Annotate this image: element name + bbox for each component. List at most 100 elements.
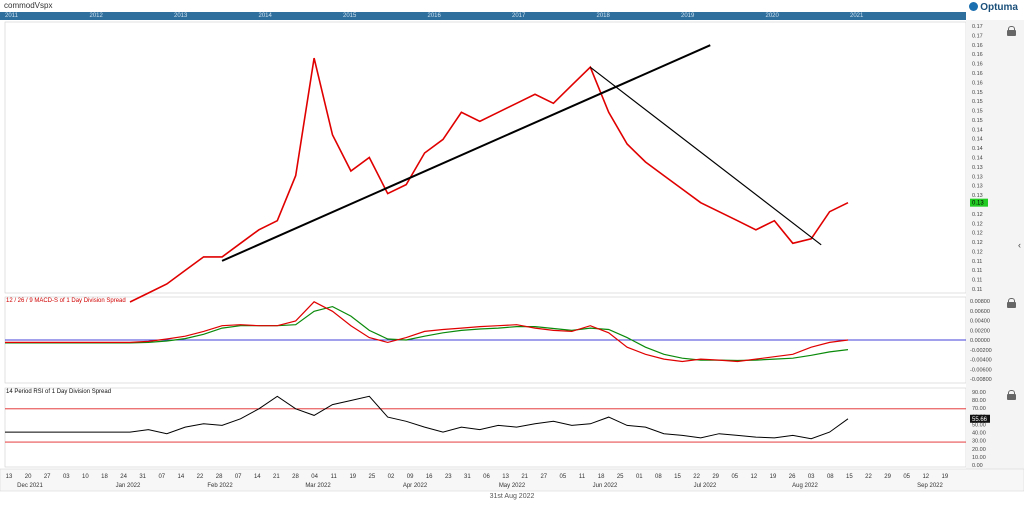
day-tick: 09: [407, 474, 414, 480]
day-tick: 08: [655, 474, 662, 480]
price-axis-tick: 0.14: [972, 146, 983, 152]
month-label: Jun 2022: [593, 483, 618, 489]
price-axis-tick: 0.14: [972, 127, 983, 133]
rsi-axis-tick: 10.00: [972, 455, 986, 461]
price-axis-tick: 0.11: [972, 259, 982, 265]
day-tick: 16: [426, 474, 433, 480]
panel-backgrounds: [4, 20, 1024, 470]
collapse-panel-chevron-icon[interactable]: ‹: [1018, 240, 1021, 250]
price-axis-tick: 0.11: [972, 287, 982, 293]
current-date-label: 31st Aug 2022: [489, 493, 535, 500]
macd-axis-tick: 0.00400: [970, 319, 990, 325]
rsi-axis-tick: 0.00: [972, 463, 983, 469]
day-tick: 19: [349, 474, 356, 480]
price-panel: [4, 21, 967, 294]
macd-title: 12 / 26 / 9 MACD-S of 1 Day Division Spr…: [6, 298, 126, 304]
day-tick: 21: [273, 474, 280, 480]
day-tick: 10: [82, 474, 89, 480]
day-tick: 14: [254, 474, 261, 480]
day-tick: 05: [903, 474, 910, 480]
price-axis-tick: 0.12: [972, 221, 983, 227]
month-label: Jan 2022: [116, 483, 141, 489]
day-tick: 11: [331, 474, 338, 480]
month-label: Apr 2022: [403, 483, 428, 489]
day-tick: 03: [63, 474, 70, 480]
price-axis-tick: 0.16: [972, 71, 983, 77]
month-label: Mar 2022: [305, 483, 331, 489]
price-axis-tick: 0.15: [972, 90, 983, 96]
price-axis-tick: 0.12: [972, 249, 983, 255]
price-axis-tick: 0.13: [972, 174, 983, 180]
day-tick: 19: [942, 474, 949, 480]
day-tick: 05: [560, 474, 567, 480]
price-axis-tick: 0.15: [972, 99, 983, 105]
month-label: Jul 2022: [694, 483, 717, 489]
price-axis-tick: 0.12: [972, 212, 983, 218]
price-axis-tick: 0.16: [972, 62, 983, 68]
month-label: Aug 2022: [792, 483, 818, 489]
rsi-axis-tick: 50.00: [972, 422, 986, 428]
price-panel-lock-icon[interactable]: [1007, 26, 1016, 36]
macd-axis-tick: -0.00200: [970, 348, 992, 354]
macd-panel-lock-icon[interactable]: [1007, 298, 1016, 308]
price-axis-tick: 0.11: [972, 268, 982, 274]
price-axis-tick: 0.16: [972, 52, 983, 58]
day-tick: 20: [25, 474, 32, 480]
day-tick: 15: [674, 474, 681, 480]
price-axis-tick: 0.17: [972, 33, 983, 39]
day-tick: 19: [770, 474, 777, 480]
macd-axis-tick: -0.00400: [970, 358, 992, 364]
day-tick: 28: [216, 474, 223, 480]
day-tick: 04: [311, 474, 318, 480]
price-axis-tick: 0.12: [972, 231, 983, 237]
rsi-axis-tick: 40.00: [972, 431, 986, 437]
rsi-title: 14 Period RSI of 1 Day Division Spread: [6, 389, 112, 395]
day-tick: 03: [808, 474, 815, 480]
day-tick: 07: [158, 474, 165, 480]
rsi-panel: [4, 387, 967, 468]
day-tick: 28: [292, 474, 299, 480]
macd-axis-tick: -0.00800: [970, 377, 992, 383]
month-label: Feb 2022: [207, 483, 233, 489]
chart-canvas[interactable]: 0.17 0.17 0.16 0.16 0.16 0.16 0.16 0.15 0.15 0.15…: [0, 0, 1024, 508]
day-tick: 01: [636, 474, 643, 480]
price-axis-tick: 0.13: [972, 165, 983, 171]
day-tick: 27: [540, 474, 547, 480]
price-axis-tick: 0.14: [972, 156, 983, 162]
price-axis-tick: 0.16: [972, 80, 983, 86]
day-tick: 29: [884, 474, 891, 480]
day-tick: 21: [521, 474, 528, 480]
price-axis-tick: 0.16: [972, 43, 983, 49]
day-tick: 13: [6, 474, 13, 480]
day-tick: 27: [44, 474, 51, 480]
price-axis-tick: 0.14: [972, 137, 983, 143]
day-tick: 15: [846, 474, 853, 480]
macd-axis-tick: 0.00200: [970, 328, 990, 334]
price-axis-tick: 0.11: [972, 278, 982, 284]
day-tick: 07: [235, 474, 242, 480]
day-tick: 25: [369, 474, 376, 480]
day-tick: 22: [865, 474, 872, 480]
day-tick: 29: [712, 474, 719, 480]
day-tick: 22: [197, 474, 204, 480]
day-tick: 08: [827, 474, 834, 480]
macd-axis-tick: 0.00600: [970, 309, 990, 315]
price-axis-tick: 0.17: [972, 24, 983, 30]
rsi-panel-lock-icon[interactable]: [1007, 390, 1016, 400]
day-tick: 18: [598, 474, 605, 480]
price-axis-tick: 0.15: [972, 109, 983, 115]
day-tick: 18: [101, 474, 108, 480]
day-tick: 24: [120, 474, 127, 480]
month-label: Sep 2022: [917, 483, 943, 489]
rsi-axis-tick: 20.00: [972, 447, 986, 453]
macd-axis-tick: -0.00600: [970, 367, 992, 373]
day-tick: 22: [693, 474, 700, 480]
price-axis-tick: 0.13: [972, 193, 983, 199]
day-tick: 11: [579, 474, 586, 480]
month-label: May 2022: [499, 483, 526, 489]
rsi-axis-tick: 70.00: [972, 406, 986, 412]
day-tick: 12: [751, 474, 758, 480]
day-tick: 05: [731, 474, 738, 480]
last-price-label: 0.13: [972, 201, 984, 207]
day-tick: 26: [789, 474, 796, 480]
